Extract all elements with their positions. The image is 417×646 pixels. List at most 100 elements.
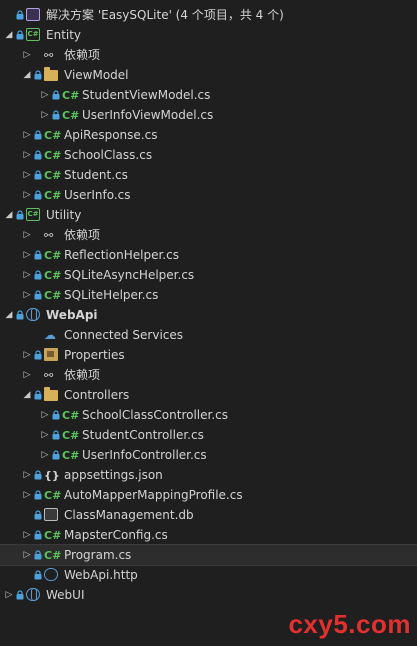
csharp-file-icon: C# xyxy=(44,249,62,262)
lock-icon xyxy=(16,585,24,605)
expand-arrow-icon[interactable]: ◢ xyxy=(4,25,14,45)
tree-row[interactable]: ▷ ⚯ 依赖项 xyxy=(0,365,417,385)
folder-icon xyxy=(44,65,60,85)
collapse-arrow-icon[interactable]: ▷ xyxy=(22,125,32,145)
dependencies-icon: ⚯ xyxy=(44,229,54,242)
tree-row[interactable]: ◢ C# Utility xyxy=(0,205,417,225)
tree-row[interactable]: ▷ C# ApiResponse.cs xyxy=(0,125,417,145)
tree-row[interactable]: ▷ C# StudentController.cs xyxy=(0,425,417,445)
csharp-file-icon: C# xyxy=(62,409,80,422)
tree-row[interactable]: ▷ WebUI xyxy=(0,585,417,605)
collapse-arrow-icon[interactable]: ▷ xyxy=(22,185,32,205)
tree-item-label: SchoolClass.cs xyxy=(64,148,153,162)
lock-icon xyxy=(34,485,42,505)
tree-row[interactable]: ☁ Connected Services xyxy=(0,325,417,345)
tree-item-label: appsettings.json xyxy=(64,468,163,482)
web-project-icon xyxy=(26,585,42,605)
csharp-project-icon: C# xyxy=(26,25,42,45)
tree-item-label: WebUI xyxy=(46,588,85,602)
collapse-arrow-icon[interactable]: ▷ xyxy=(22,245,32,265)
tree-row[interactable]: ▷ C# StudentViewModel.cs xyxy=(0,85,417,105)
tree-row[interactable]: ClassManagement.db xyxy=(0,505,417,525)
lock-icon xyxy=(52,85,60,105)
expand-arrow-icon[interactable]: ◢ xyxy=(22,385,32,405)
csharp-file-icon: C# xyxy=(62,429,80,442)
lock-icon xyxy=(34,185,42,205)
tree-row[interactable]: ▷ C# Program.cs xyxy=(0,544,417,566)
csharp-file-icon: C# xyxy=(44,149,62,162)
collapse-arrow-icon[interactable]: ▷ xyxy=(22,265,32,285)
tree-item-label: ViewModel xyxy=(64,68,129,82)
tree-row[interactable]: ▷ C# MapsterConfig.cs xyxy=(0,525,417,545)
lock-icon xyxy=(34,345,42,365)
dependencies-icon: ⚯ xyxy=(44,369,54,382)
lock-icon xyxy=(34,145,42,165)
tree-item-label: 依赖项 xyxy=(64,368,101,382)
tree-row[interactable]: ▷ C# UserInfo.cs xyxy=(0,185,417,205)
collapse-arrow-icon[interactable]: ▷ xyxy=(22,365,32,385)
tree-row[interactable]: ▷ C# SchoolClass.cs xyxy=(0,145,417,165)
tree-row[interactable]: ▷ C# SchoolClassController.cs xyxy=(0,405,417,425)
expand-arrow-icon[interactable]: ◢ xyxy=(22,65,32,85)
tree-row[interactable]: ▷ Properties xyxy=(0,345,417,365)
lock-icon xyxy=(34,125,42,145)
expand-arrow-icon[interactable]: ◢ xyxy=(4,205,14,225)
tree-item-label: WebApi.http xyxy=(64,568,138,582)
lock-icon xyxy=(34,505,42,525)
lock-icon xyxy=(52,425,60,445)
collapse-arrow-icon[interactable]: ▷ xyxy=(22,545,32,565)
tree-item-label: Student.cs xyxy=(64,168,128,182)
lock-icon xyxy=(34,465,42,485)
tree-row[interactable]: ▷ C# SQLiteHelper.cs xyxy=(0,285,417,305)
tree-row[interactable]: ◢ Controllers xyxy=(0,385,417,405)
tree-row[interactable]: ▷ C# Student.cs xyxy=(0,165,417,185)
properties-icon xyxy=(44,345,60,365)
csharp-file-icon: C# xyxy=(44,129,62,142)
tree-row[interactable]: ▷ C# UserInfoViewModel.cs xyxy=(0,105,417,125)
database-file-icon xyxy=(44,505,60,525)
collapse-arrow-icon[interactable]: ▷ xyxy=(40,445,50,465)
collapse-arrow-icon[interactable]: ▷ xyxy=(22,165,32,185)
json-file-icon: {} xyxy=(44,469,60,482)
collapse-arrow-icon[interactable]: ▷ xyxy=(40,85,50,105)
tree-row[interactable]: ◢ WebApi xyxy=(0,305,417,325)
tree-row[interactable]: ▷ ⚯ 依赖项 xyxy=(0,225,417,245)
lock-icon xyxy=(16,205,24,225)
tree-row[interactable]: ▷ C# SQLiteAsyncHelper.cs xyxy=(0,265,417,285)
collapse-arrow-icon[interactable]: ▷ xyxy=(22,345,32,365)
tree-row[interactable]: ▷ C# ReflectionHelper.cs xyxy=(0,245,417,265)
http-file-icon xyxy=(44,565,60,585)
collapse-arrow-icon[interactable]: ▷ xyxy=(22,485,32,505)
tree-item-label: Properties xyxy=(64,348,125,362)
tree-row[interactable]: ▷ C# UserInfoController.cs xyxy=(0,445,417,465)
csharp-file-icon: C# xyxy=(44,549,62,562)
collapse-arrow-icon[interactable]: ▷ xyxy=(22,45,32,65)
collapse-arrow-icon[interactable]: ▷ xyxy=(22,285,32,305)
tree-row[interactable]: 解决方案 'EasySQLite' (4 个项目，共 4 个) xyxy=(0,5,417,25)
tree-item-label: 依赖项 xyxy=(64,228,101,242)
collapse-arrow-icon[interactable]: ▷ xyxy=(22,225,32,245)
tree-item-label: ReflectionHelper.cs xyxy=(64,248,179,262)
tree-row[interactable]: ◢ ViewModel xyxy=(0,65,417,85)
tree-item-label: UserInfoViewModel.cs xyxy=(82,108,214,122)
collapse-arrow-icon[interactable]: ▷ xyxy=(22,525,32,545)
collapse-arrow-icon[interactable]: ▷ xyxy=(40,105,50,125)
lock-icon xyxy=(16,5,24,25)
tree-row[interactable]: ▷ ⚯ 依赖项 xyxy=(0,45,417,65)
collapse-arrow-icon[interactable]: ▷ xyxy=(40,405,50,425)
tree-item-label: ClassManagement.db xyxy=(64,508,194,522)
collapse-arrow-icon[interactable]: ▷ xyxy=(22,465,32,485)
tree-row[interactable]: ◢ C# Entity xyxy=(0,25,417,45)
collapse-arrow-icon[interactable]: ▷ xyxy=(4,585,14,605)
tree-row[interactable]: ▷ {} appsettings.json xyxy=(0,465,417,485)
tree-item-label: Connected Services xyxy=(64,328,184,342)
collapse-arrow-icon[interactable]: ▷ xyxy=(22,145,32,165)
folder-icon xyxy=(44,385,60,405)
tree-item-label: AutoMapperMappingProfile.cs xyxy=(64,488,243,502)
tree-item-label: 解决方案 'EasySQLite' (4 个项目，共 4 个) xyxy=(46,8,284,22)
tree-row[interactable]: ▷ C# AutoMapperMappingProfile.cs xyxy=(0,485,417,505)
tree-row[interactable]: WebApi.http xyxy=(0,565,417,585)
lock-icon xyxy=(34,65,42,85)
expand-arrow-icon[interactable]: ◢ xyxy=(4,305,14,325)
collapse-arrow-icon[interactable]: ▷ xyxy=(40,425,50,445)
